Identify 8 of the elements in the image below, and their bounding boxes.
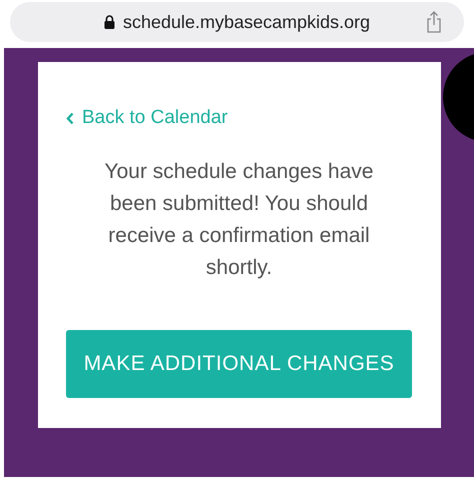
- address-bar[interactable]: schedule.mybasecampkids.org: [10, 2, 464, 42]
- back-to-calendar-link[interactable]: Back to Calendar: [66, 106, 412, 130]
- lock-icon: [104, 15, 115, 29]
- url-text: schedule.mybasecampkids.org: [122, 10, 370, 34]
- chevron-left-icon: [66, 112, 74, 124]
- confirmation-message: Your schedule changes have been submitted! You should receive a confirmation email shortly.: [104, 159, 374, 281]
- make-additional-changes-button[interactable]: MAKE ADDITIONAL CHANGES: [66, 330, 412, 398]
- share-icon[interactable]: [426, 11, 442, 33]
